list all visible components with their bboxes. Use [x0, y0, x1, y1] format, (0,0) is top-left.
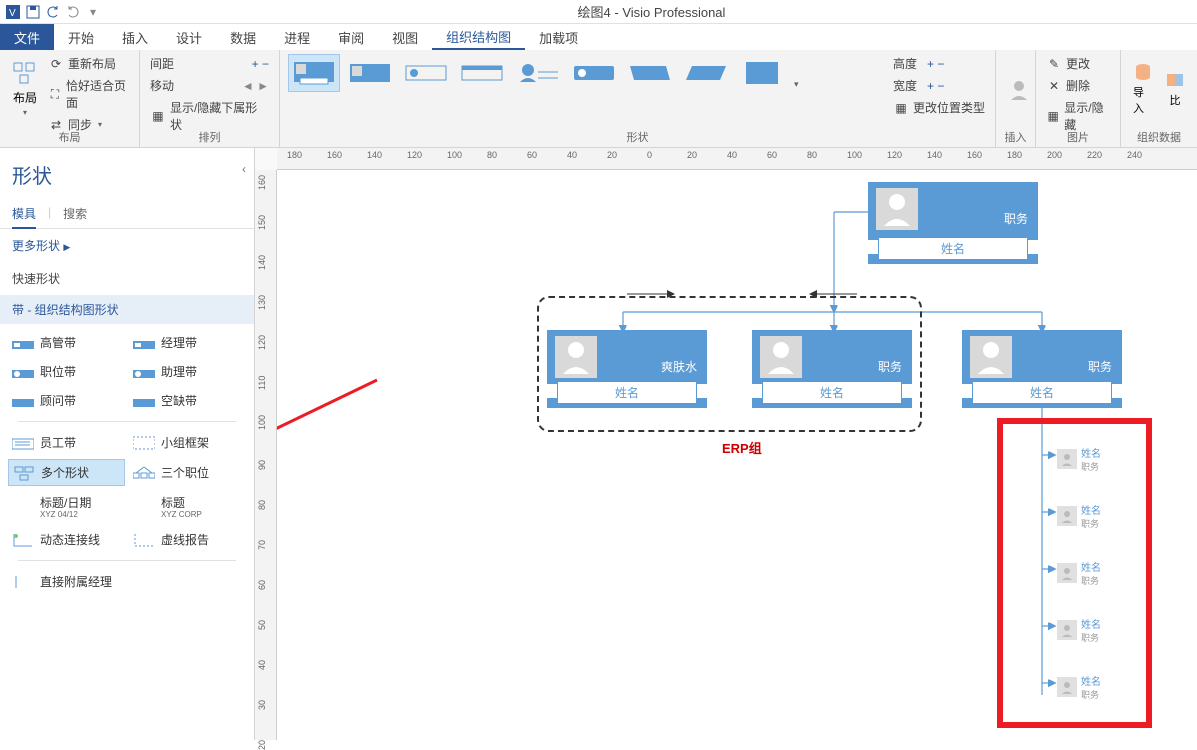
fitpage-button[interactable]: ⛶恰好适合页面: [46, 76, 131, 112]
person-icon: [766, 340, 796, 379]
quick-shapes-label[interactable]: 快速形状: [0, 262, 254, 295]
person-icon: [561, 340, 591, 379]
compare-button[interactable]: 比: [1161, 54, 1189, 124]
spacing-button[interactable]: 间距+ −: [148, 54, 271, 73]
shape-item-13[interactable]: 虚线报告: [129, 527, 246, 552]
shape-category[interactable]: 带 - 组织结构图形状: [0, 295, 254, 324]
visio-app-icon: V: [4, 3, 22, 21]
annotation-arrow-2: [277, 340, 477, 540]
change-pos-button[interactable]: ▦更改位置类型: [891, 98, 987, 117]
tab-review[interactable]: 审阅: [324, 24, 378, 50]
relayout-button[interactable]: ⟳重新布局: [46, 54, 131, 73]
shape-item-12[interactable]: 动态连接线: [8, 527, 125, 552]
shapes-panel-title: 形状: [12, 160, 242, 189]
save-icon[interactable]: [24, 3, 42, 21]
group-label: ERP组: [722, 438, 762, 457]
tab-process[interactable]: 进程: [270, 24, 324, 50]
shape-style-4[interactable]: [456, 54, 508, 92]
group-insert-label: 插入: [996, 129, 1035, 145]
shape-item-10[interactable]: 标题/日期XYZ 04/12: [8, 490, 125, 523]
width-button[interactable]: 宽度+ −: [891, 76, 987, 95]
person-icon: [882, 192, 912, 231]
height-button[interactable]: 高度+ −: [891, 54, 987, 73]
shape-gallery[interactable]: ▾: [288, 54, 879, 92]
file-tab[interactable]: 文件: [0, 24, 54, 50]
group-arrange-label: 排列: [140, 129, 279, 145]
shape-item-2[interactable]: 职位带: [8, 359, 125, 384]
layout-label: 布局: [13, 89, 37, 106]
svg-text:V: V: [9, 8, 16, 19]
group-shapes-label: 形状: [280, 129, 995, 145]
gallery-more-icon[interactable]: ▾: [792, 77, 801, 92]
tab-insert[interactable]: 插入: [108, 24, 162, 50]
undo-icon[interactable]: [44, 3, 62, 21]
shape-style-8[interactable]: [680, 54, 732, 92]
tab-view[interactable]: 视图: [378, 24, 432, 50]
tab-templates[interactable]: 模具: [12, 205, 36, 229]
shape-item-7[interactable]: 小组框架: [129, 430, 246, 455]
qat-customize-icon[interactable]: ▾: [84, 3, 102, 21]
import-button[interactable]: 导入: [1129, 54, 1157, 124]
tab-home[interactable]: 开始: [54, 24, 108, 50]
tab-design[interactable]: 设计: [162, 24, 216, 50]
shape-item-0[interactable]: 高管带: [8, 330, 125, 355]
shape-style-6[interactable]: [568, 54, 620, 92]
pic-change-button[interactable]: ✎更改: [1044, 54, 1112, 73]
shape-style-2[interactable]: [344, 54, 396, 92]
org-node-root[interactable]: 职务 姓名: [868, 182, 1038, 264]
group-picture-label: 图片: [1036, 129, 1120, 145]
redo-icon[interactable]: [64, 3, 82, 21]
shape-item-8[interactable]: 多个形状: [8, 459, 125, 486]
tab-orgchart[interactable]: 组织结构图: [432, 24, 525, 50]
more-shapes-link[interactable]: 更多形状 ▶: [0, 229, 254, 262]
shape-style-5[interactable]: [512, 54, 564, 92]
shape-item-9[interactable]: 三个职位: [129, 459, 246, 486]
shape-item-11[interactable]: 标题XYZ CORP: [129, 490, 246, 523]
shape-item-4[interactable]: 顾问带: [8, 388, 125, 413]
shape-style-1[interactable]: [288, 54, 340, 92]
window-title: 绘图4 - Visio Professional: [106, 2, 1197, 21]
shape-item-3[interactable]: 助理带: [129, 359, 246, 384]
shape-item-6[interactable]: 员工带: [8, 430, 125, 455]
org-node-child2[interactable]: 职务 姓名: [752, 330, 912, 408]
shape-item-14[interactable]: 直接附属经理: [8, 569, 246, 594]
move-button[interactable]: 移动◄ ►: [148, 76, 271, 95]
shape-style-7[interactable]: [624, 54, 676, 92]
collapse-panel-icon[interactable]: ‹: [242, 162, 246, 176]
person-icon: [976, 340, 1006, 379]
org-node-child1[interactable]: 爽肤水 姓名: [547, 330, 707, 408]
layout-button[interactable]: 布局 ▾: [8, 54, 42, 124]
insert-button[interactable]: [1004, 54, 1034, 124]
group-data-label: 组织数据: [1121, 129, 1197, 145]
group-layout-label: 布局: [0, 129, 139, 145]
tab-addins[interactable]: 加载项: [525, 24, 592, 50]
shape-style-3[interactable]: [400, 54, 452, 92]
shape-item-5[interactable]: 空缺带: [129, 388, 246, 413]
shape-style-9[interactable]: [736, 54, 788, 92]
tab-search[interactable]: 搜索: [63, 205, 87, 222]
org-node-child3[interactable]: 职务 姓名: [962, 330, 1122, 408]
tab-data[interactable]: 数据: [216, 24, 270, 50]
pic-delete-button[interactable]: ✕删除: [1044, 76, 1112, 95]
annotation-highlight: [997, 418, 1152, 728]
shape-item-1[interactable]: 经理带: [129, 330, 246, 355]
